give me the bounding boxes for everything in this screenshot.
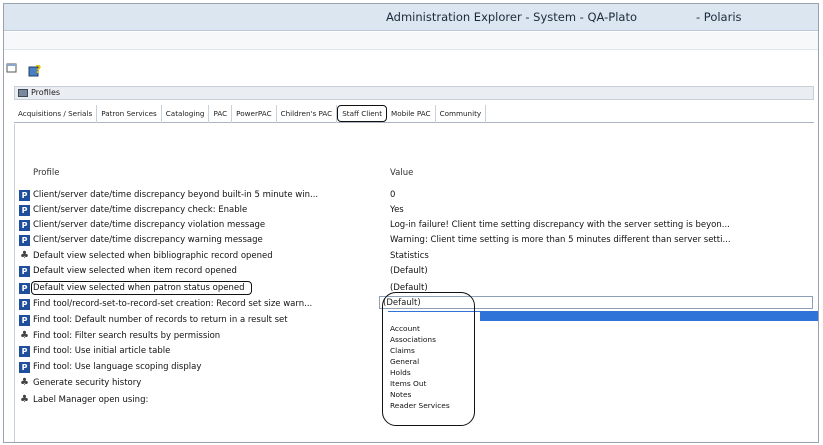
row-value: Statistics [390, 251, 429, 261]
profile-icon: P [19, 346, 30, 357]
tab-childrens-pac[interactable]: Children's PAC [277, 105, 338, 123]
menu-bar [4, 32, 818, 50]
window-icon[interactable] [6, 62, 18, 77]
row-value: 0 [390, 190, 396, 200]
row-profile-name: Find tool: Filter search results by perm… [33, 331, 221, 341]
tab-staff-client[interactable]: Staff Client [337, 105, 388, 122]
profile-icon: P [19, 283, 30, 294]
table-row[interactable]: P Default view selected when item record … [19, 265, 811, 279]
tab-pac[interactable]: PAC [209, 105, 233, 123]
dropdown-option[interactable]: Notes [390, 390, 411, 399]
tab-cataloging[interactable]: Cataloging [162, 105, 210, 123]
table-row[interactable]: P Client/server date/time discrepancy bey… [19, 189, 811, 203]
column-header-profile[interactable]: Profile [33, 168, 59, 178]
tab-patron-services[interactable]: Patron Services [97, 105, 162, 123]
toolbar: ? [4, 51, 818, 85]
svg-text:?: ? [35, 63, 41, 76]
row-profile-name: Find tool: Use language scoping display [33, 362, 202, 372]
row-value: (Default) [390, 283, 428, 293]
row-profile-name: Default view selected when bibliographic… [33, 251, 273, 261]
dropdown-option[interactable]: Account [390, 324, 420, 333]
profile-icon: P [19, 205, 30, 216]
column-header-value[interactable]: Value [390, 168, 413, 178]
profile-icon: P [19, 190, 30, 201]
window-title-suffix: - Polaris [696, 10, 742, 24]
profile-icon: P [19, 299, 30, 310]
row-profile-name: Default view selected when item record o… [33, 266, 237, 276]
table-row[interactable]: P Client/server date/time discrepancy war… [19, 234, 811, 248]
table-row[interactable]: ♣ Default view selected when bibliographi… [19, 250, 811, 264]
profile-icon: P [19, 266, 30, 277]
dropdown-options: (Default) Account Associations Claims Genera… [388, 312, 480, 423]
group-icon: ♣ [20, 394, 29, 405]
profiles-header: Profiles [14, 86, 814, 100]
profile-icon: P [19, 220, 30, 231]
row-value: Warning: Client time setting is more tha… [390, 235, 731, 245]
tab-powerpac[interactable]: PowerPAC [232, 105, 277, 123]
row-profile-name: Client/server date/time discrepancy beyo… [33, 190, 319, 200]
dropdown-option[interactable]: Associations [390, 335, 436, 344]
admin-explorer-window: Administration Explorer - System - QA-Pl… [3, 3, 819, 443]
group-icon: ♣ [20, 250, 29, 261]
table-row[interactable]: P Default view selected when patron statu… [19, 281, 811, 296]
table-row[interactable]: P Client/server date/time discrepancy che… [19, 204, 811, 218]
dropdown-option[interactable]: Items Out [390, 379, 426, 388]
profile-icon: P [19, 235, 30, 246]
row-value: (Default) [390, 266, 428, 276]
profiles-icon [18, 89, 28, 97]
value-dropdown[interactable]: (Default) [379, 296, 813, 309]
row-value: Yes [390, 205, 404, 215]
profile-icon: P [19, 315, 30, 326]
tab-mobile-pac[interactable]: Mobile PAC [387, 105, 436, 123]
group-icon: ♣ [20, 330, 29, 341]
tab-community[interactable]: Community [436, 105, 487, 123]
row-profile-name: Default view selected when patron status… [30, 281, 253, 295]
dropdown-option[interactable]: (Default) [390, 313, 423, 322]
row-profile-name: Find tool/record-set-to-record-set creat… [33, 299, 313, 309]
row-profile-name: Label Manager open using: [33, 395, 149, 405]
tab-strip: Acquisitions / Serials Patron Services C… [14, 105, 814, 123]
dropdown-option[interactable]: Reader Services [390, 401, 450, 410]
dropdown-selected-value: (Default) [383, 298, 421, 308]
row-profile-name: Client/server date/time discrepancy viol… [33, 220, 266, 230]
row-profile-name: Client/server date/time discrepancy chec… [33, 205, 248, 215]
profiles-label: Profiles [31, 88, 61, 97]
dropdown-option[interactable]: Claims [390, 346, 415, 355]
table-row[interactable]: P Client/server date/time discrepancy vio… [19, 219, 811, 233]
help-icon[interactable]: ? [28, 62, 44, 81]
row-profile-name: Generate security history [33, 378, 142, 388]
tab-acquisitions-serials[interactable]: Acquisitions / Serials [14, 105, 98, 123]
row-profile-name: Find tool: Use initial article table [33, 346, 171, 356]
profile-icon: P [19, 362, 30, 373]
row-value: Log-in failure! Client time setting disc… [390, 220, 730, 230]
row-profile-name: Client/server date/time discrepancy warn… [33, 235, 263, 245]
window-title: Administration Explorer - System - QA-Pl… [386, 10, 638, 24]
title-bar: Administration Explorer - System - QA-Pl… [4, 4, 818, 31]
group-icon: ♣ [20, 377, 29, 388]
dropdown-option[interactable]: Holds [390, 368, 411, 377]
row-profile-name: Find tool: Default number of records to … [33, 315, 288, 325]
dropdown-option[interactable]: General [390, 357, 419, 366]
